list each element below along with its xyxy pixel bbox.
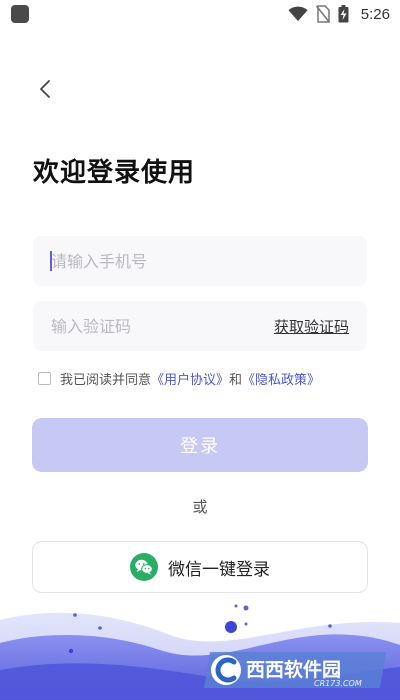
agreement-checkbox[interactable]: [38, 372, 51, 385]
wechat-login-label: 微信一键登录: [168, 559, 270, 580]
verification-code-field[interactable]: 获取验证码: [33, 301, 367, 351]
no-sim-icon: [315, 5, 330, 23]
privacy-policy-link[interactable]: 《隐私政策》: [242, 369, 320, 388]
agreement-and: 和: [229, 373, 243, 388]
cr173-watermark-logo: 西西软件园 CR173.COM: [204, 652, 386, 688]
login-button[interactable]: 登录: [32, 418, 368, 472]
phone-input[interactable]: [33, 236, 367, 286]
svg-text:西西软件园: 西西软件园: [246, 658, 341, 681]
get-code-button[interactable]: 获取验证码: [274, 316, 349, 337]
back-button[interactable]: [30, 72, 60, 106]
wechat-icon: [130, 553, 158, 581]
chevron-left-icon: [40, 80, 50, 98]
status-icons: 5:26: [288, 4, 390, 24]
verification-code-input[interactable]: [33, 301, 253, 351]
phone-field[interactable]: [33, 236, 367, 286]
status-bar: 5:26: [0, 0, 400, 28]
svg-text:CR173.COM: CR173.COM: [314, 679, 362, 688]
agreement-row: 我已阅读并同意 《用户协议》 和 《隐私政策》: [38, 369, 320, 388]
user-agreement-link[interactable]: 《用户协议》: [151, 369, 229, 388]
notification-app-icon: [11, 5, 29, 23]
wechat-login-button[interactable]: 微信一键登录: [32, 541, 368, 593]
text-caret: [50, 251, 52, 271]
agreement-prefix: 我已阅读并同意: [60, 373, 152, 388]
page-title: 欢迎登录使用: [33, 158, 196, 188]
battery-charging-icon: [338, 5, 349, 23]
or-divider-label: 或: [192, 498, 208, 516]
clock: 5:26: [360, 5, 390, 23]
wifi-icon: [288, 6, 308, 21]
